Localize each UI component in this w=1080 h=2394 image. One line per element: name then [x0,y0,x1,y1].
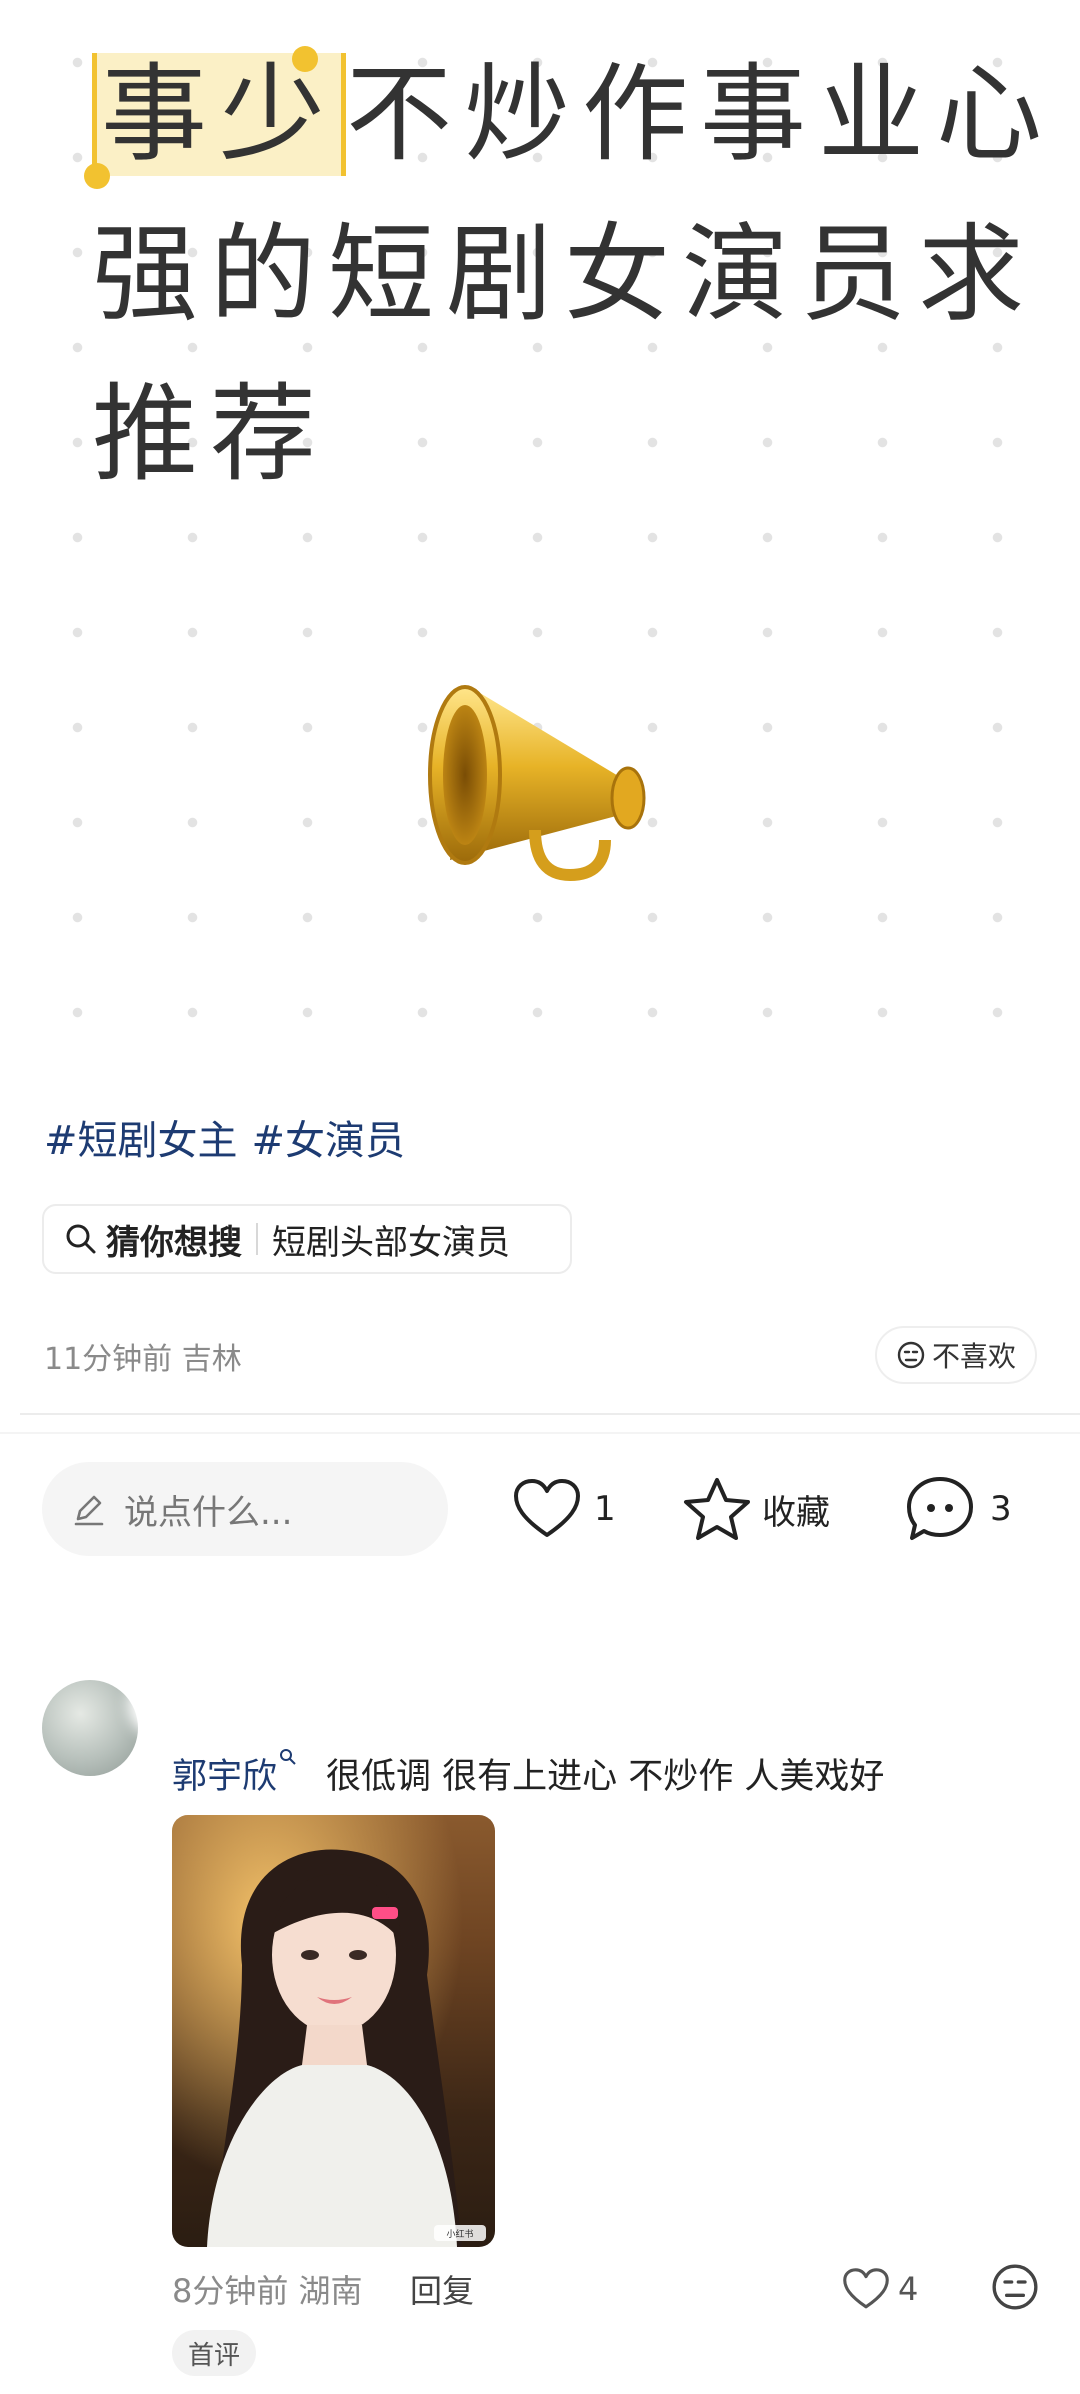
post-time-location: 11分钟前 吉林 [44,1342,242,1377]
comment-photo[interactable]: 小红书 [172,1815,495,2247]
hashtag-short-drama-lead[interactable]: #短剧女主 [44,1118,238,1164]
post-title-line-1: 事少不炒作事业心 [92,40,1054,190]
post-title-line-2: 强的短剧女演员求 [92,213,1036,336]
neutral-face-icon [897,1341,925,1369]
neutral-face-icon[interactable] [990,2262,1040,2312]
post-cover: 事少不炒作事业心 强的短剧女演员求 推荐 [0,0,1080,1070]
reply-button[interactable]: 回复 [410,2266,474,2312]
divider [0,1432,1080,1434]
comment-text: 很低调 很有上进心 不炒作 人美戏好 [326,1757,885,1797]
selection-handle-start [84,163,110,189]
suggest-label: 猜你想搜 [106,1222,242,1263]
comment-input[interactable]: 说点什么... [42,1462,448,1556]
suggest-query: 短剧头部女演员 [272,1222,510,1263]
comment-like-button[interactable]: 4 [842,2264,918,2314]
dislike-label: 不喜欢 [931,1340,1016,1373]
comment-mention[interactable]: 郭宇欣 [172,1748,297,1799]
watermark-text: 小红书 [446,2228,473,2239]
heart-icon [514,1479,580,1537]
like-count: 1 [594,1489,616,1529]
dislike-button[interactable]: 不喜欢 [875,1326,1037,1384]
collect-button[interactable]: 收藏 [682,1474,830,1544]
portrait-image: 小红书 [172,1815,495,2247]
search-icon [66,1224,96,1254]
collect-label: 收藏 [762,1492,830,1533]
divider [20,1413,1080,1415]
chat-bubble-icon [907,1477,973,1540]
comment-time-location: 8分钟前 湖南 [172,2272,363,2310]
selection-handle-end [292,46,318,72]
comment-count: 3 [990,1489,1012,1529]
comments-button[interactable]: 3 [904,1474,1012,1544]
search-mini-icon [280,1749,296,1765]
avatar[interactable] [42,1680,138,1776]
divider [256,1223,258,1255]
post-title-line-3: 推荐 [92,373,328,496]
comment-placeholder: 说点什么... [124,1492,293,1533]
comment-like-count: 4 [898,2270,919,2308]
first-comment-badge: 首评 [172,2330,256,2376]
pencil-icon [74,1495,104,1526]
megaphone-icon [428,685,646,882]
like-button[interactable]: 1 [512,1474,616,1544]
hashtag-actress[interactable]: #女演员 [252,1118,406,1164]
redacted-username [138,1682,348,1728]
star-icon [684,1478,750,1540]
hashtag-list: #短剧女主 #女演员 [44,1108,419,1166]
search-suggestion[interactable]: 猜你想搜 短剧头部女演员 [42,1204,572,1274]
heart-icon [843,2268,889,2309]
